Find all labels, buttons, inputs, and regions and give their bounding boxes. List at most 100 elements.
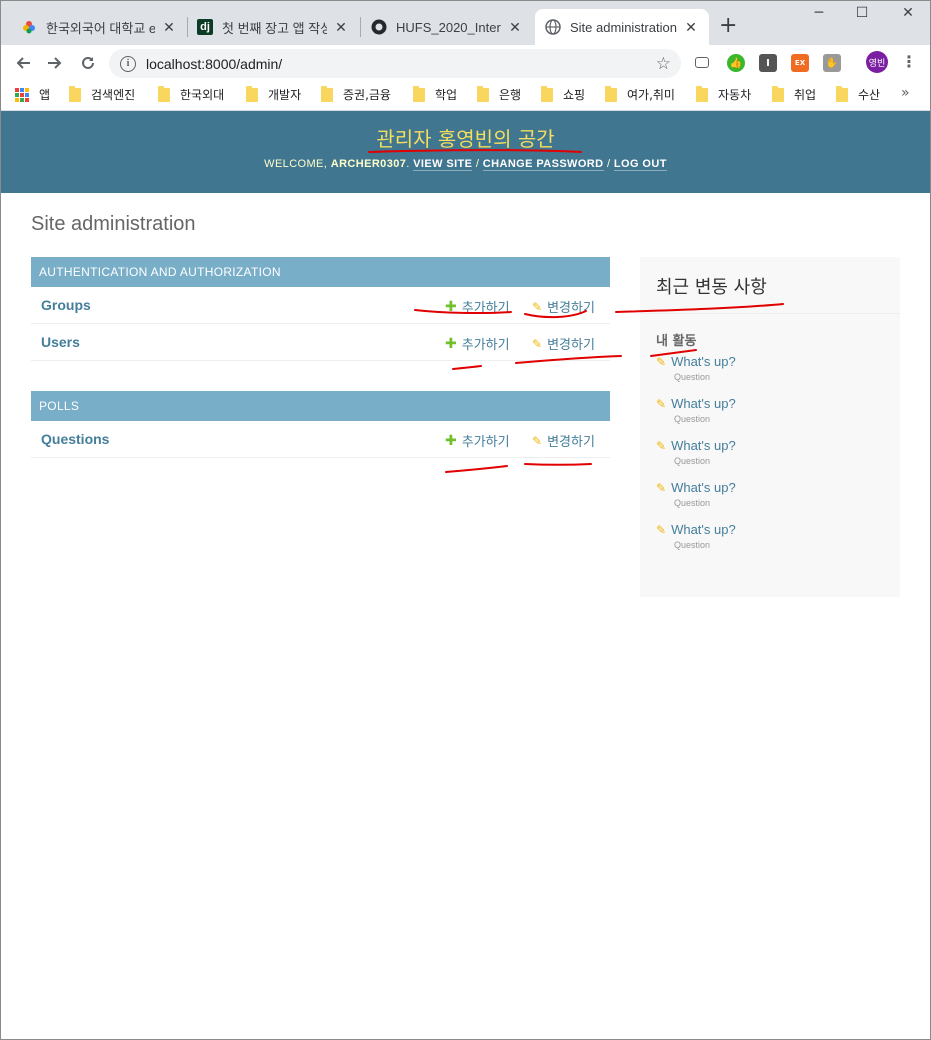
list-item: ✎ What's up? Question xyxy=(656,480,900,522)
bookmark-label: 여가,취미 xyxy=(627,88,675,102)
change-password-link[interactable]: CHANGE PASSWORD xyxy=(482,158,604,171)
change-link[interactable]: ✎ 변경하기 xyxy=(532,334,595,354)
hand-extension-icon[interactable]: ✋ xyxy=(823,54,841,72)
bookmarks-more-icon[interactable]: » xyxy=(901,85,910,101)
action-link[interactable]: ✎ What's up? xyxy=(656,480,900,495)
cast-icon[interactable] xyxy=(695,57,709,68)
folder-icon xyxy=(321,85,333,102)
app-caption[interactable]: POLLS xyxy=(31,391,610,421)
bookmark-folder[interactable]: 검색엔진 xyxy=(69,85,136,103)
folder-icon xyxy=(696,85,708,102)
add-link[interactable]: ✚ 추가하기 xyxy=(445,334,510,354)
action-type: Question xyxy=(674,540,711,550)
bookmark-folder[interactable]: 수산 xyxy=(836,85,880,103)
model-row-groups: Groups ✚ 추가하기 ✎ 변경하기 xyxy=(31,287,610,324)
welcome-text: WELCOME, xyxy=(264,158,328,170)
bookmark-folder[interactable]: 학업 xyxy=(413,85,457,103)
bookmark-folder[interactable]: 쇼핑 xyxy=(541,85,585,103)
model-link[interactable]: Groups xyxy=(41,297,91,313)
model-link[interactable]: Questions xyxy=(41,431,109,447)
model-row-users: Users ✚ 추가하기 ✎ 변경하기 xyxy=(31,324,610,361)
more-menu-icon[interactable]: ⋮ xyxy=(901,52,917,71)
add-link[interactable]: ✚ 추가하기 xyxy=(445,431,510,451)
action-label: What's up? xyxy=(671,438,736,453)
bookmark-folder[interactable]: 은행 xyxy=(477,85,522,103)
recent-actions-panel: 최근 변동 사항 내 활동 ✎ What's up? Question ✎ What… xyxy=(640,257,900,597)
add-label: 추가하기 xyxy=(461,338,510,353)
separator: / xyxy=(475,158,480,170)
forward-arrow-icon[interactable] xyxy=(43,51,67,75)
bookmark-label: 취업 xyxy=(794,88,817,102)
action-link[interactable]: ✎ What's up? xyxy=(656,438,900,453)
maximize-icon[interactable]: ☐ xyxy=(839,5,885,21)
annotation-underline xyxy=(452,365,482,370)
bookmark-folder[interactable]: 한국외대 xyxy=(158,85,224,103)
app-auth-module: AUTHENTICATION AND AUTHORIZATION Groups … xyxy=(31,257,610,361)
info-icon[interactable]: i xyxy=(120,55,136,72)
tab-site-admin[interactable]: Site administration | ✕ xyxy=(535,9,709,45)
url-text: localhost:8000/admin/ xyxy=(146,55,283,72)
bookmark-folder[interactable]: 취업 xyxy=(772,85,817,103)
pencil-icon: ✎ xyxy=(532,336,543,351)
change-label: 변경하기 xyxy=(547,435,595,450)
minimize-icon[interactable]: ─ xyxy=(796,5,842,21)
log-out-link[interactable]: LOG OUT xyxy=(613,158,667,171)
list-item: ✎ What's up? Question xyxy=(656,396,900,438)
action-link[interactable]: ✎ What's up? xyxy=(656,354,900,369)
tab-django-tutorial[interactable]: dj 첫 번째 장고 앱 작성 ✕ xyxy=(187,9,359,45)
plus-icon: ✚ xyxy=(445,335,457,352)
action-type: Question xyxy=(674,456,711,466)
site-brand[interactable]: 관리자 홍영빈의 공간 xyxy=(1,111,930,152)
thumbs-up-extension-icon[interactable]: 👍 xyxy=(727,54,745,72)
folder-icon xyxy=(477,85,489,102)
folder-icon xyxy=(605,85,617,102)
view-site-link[interactable]: VIEW SITE xyxy=(413,158,473,171)
bookmark-label: 검색엔진 xyxy=(91,88,136,102)
folder-icon xyxy=(772,85,784,102)
folder-icon xyxy=(158,85,170,102)
bookmark-folder[interactable]: 개발자 xyxy=(246,85,301,103)
model-link[interactable]: Users xyxy=(41,334,80,350)
tab-github[interactable]: HUFS_2020_Internet ✕ xyxy=(361,9,533,45)
tab-title: Site administration | xyxy=(570,19,677,35)
close-icon[interactable]: ✕ xyxy=(683,19,699,36)
window-close-icon[interactable]: ✕ xyxy=(885,5,931,21)
reload-icon[interactable] xyxy=(76,51,100,75)
tab-title: 첫 번째 장고 앱 작성 xyxy=(222,20,327,36)
change-link[interactable]: ✎ 변경하기 xyxy=(532,297,595,317)
close-icon[interactable]: ✕ xyxy=(507,19,523,36)
close-icon[interactable]: ✕ xyxy=(161,19,177,36)
page-title: Site administration xyxy=(31,213,196,235)
bookmark-label: 자동차 xyxy=(718,88,752,102)
separator: / xyxy=(606,158,611,170)
back-arrow-icon[interactable] xyxy=(11,51,35,75)
bookmark-apps[interactable]: 앱 xyxy=(15,86,50,103)
action-link[interactable]: ✎ What's up? xyxy=(656,396,900,411)
bookmark-label: 은행 xyxy=(499,88,522,102)
list-item: ✎ What's up? Question xyxy=(656,354,900,396)
close-icon[interactable]: ✕ xyxy=(333,19,349,36)
action-link[interactable]: ✎ What's up? xyxy=(656,522,900,537)
extension-i-icon[interactable]: I xyxy=(759,54,777,72)
tab-hufs[interactable]: 한국외국어 대학교 e- ✕ xyxy=(11,9,187,45)
ex-extension-icon[interactable]: EX xyxy=(791,54,809,72)
new-tab-icon[interactable]: + xyxy=(719,13,737,38)
address-bar[interactable]: i localhost:8000/admin/ ☆ xyxy=(109,49,681,78)
folder-icon xyxy=(246,85,258,102)
recent-actions-title: 최근 변동 사항 xyxy=(640,257,900,314)
list-item: ✎ What's up? Question xyxy=(656,438,900,480)
app-caption[interactable]: AUTHENTICATION AND AUTHORIZATION xyxy=(31,257,610,287)
bookmark-folder[interactable]: 증권,금융 xyxy=(321,85,391,103)
bookmark-star-icon[interactable]: ☆ xyxy=(656,54,671,74)
add-link[interactable]: ✚ 추가하기 xyxy=(445,297,510,317)
bookmark-folder[interactable]: 자동차 xyxy=(696,85,752,103)
change-link[interactable]: ✎ 변경하기 xyxy=(532,431,595,451)
pencil-icon: ✎ xyxy=(656,354,667,369)
action-label: What's up? xyxy=(671,522,736,537)
pencil-icon: ✎ xyxy=(532,433,543,448)
flower-icon xyxy=(21,19,37,35)
profile-avatar[interactable]: 영빈 xyxy=(866,51,888,73)
action-type: Question xyxy=(674,498,711,508)
bookmark-folder[interactable]: 여가,취미 xyxy=(605,85,675,103)
bookmark-label: 앱 xyxy=(39,88,51,102)
